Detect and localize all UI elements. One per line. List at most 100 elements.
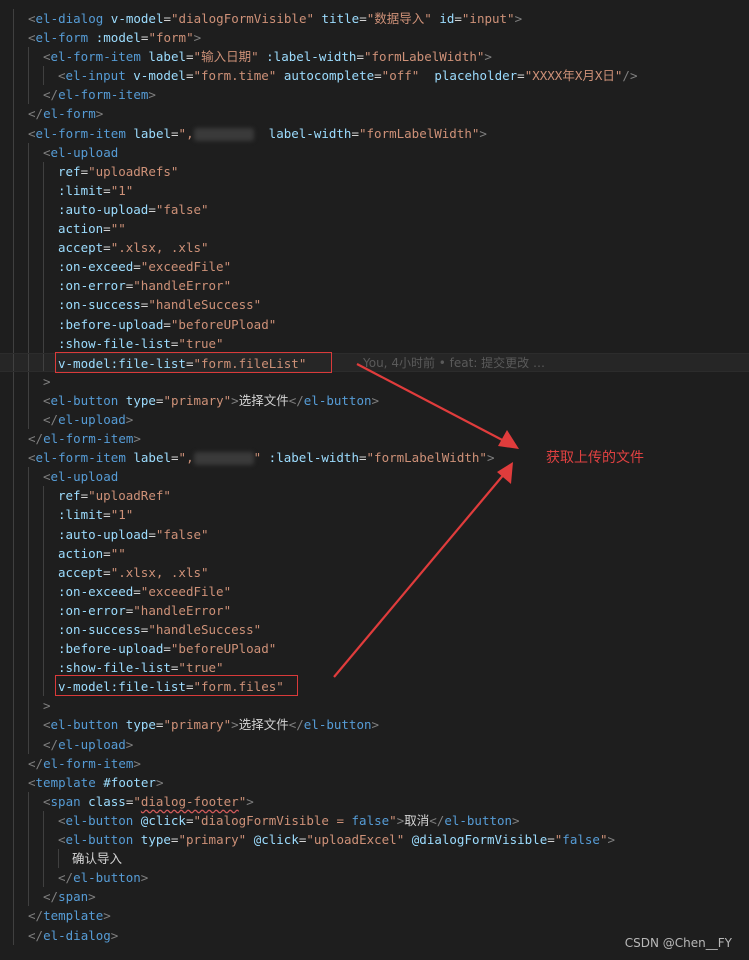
indent-guide (28, 600, 29, 620)
code-line[interactable]: :on-exceed="exceedFile" (0, 257, 749, 277)
code-token: class (88, 793, 126, 809)
code-token: el-button (303, 392, 372, 408)
code-line[interactable]: <el-form-item label="输入日期" :label-width=… (0, 47, 749, 67)
code-line-content: <el-form-item label=", " :label-width="fo… (28, 448, 494, 467)
code-token: :model (95, 30, 141, 46)
code-line[interactable]: <el-button @click="dialogFormVisible = f… (0, 810, 749, 831)
indent-guide (43, 161, 44, 181)
code-line[interactable]: :limit="1" (0, 505, 749, 525)
code-token: el-button (73, 870, 141, 886)
code-line[interactable]: accept=".xlsx, .xls" (0, 562, 749, 582)
indent-guide (43, 830, 44, 850)
code-line[interactable]: </el-form-item> (0, 429, 749, 449)
code-line[interactable]: :on-exceed="exceedFile" (0, 581, 749, 601)
code-line-content: </span> (43, 887, 96, 906)
code-line[interactable]: accept=".xlsx, .xls" (0, 238, 749, 258)
code-line[interactable]: <el-button type="primary">选择文件</el-butto… (0, 715, 749, 735)
code-token: < (28, 30, 36, 46)
code-line[interactable]: <el-upload (0, 142, 749, 162)
code-editor[interactable]: <el-dialog v-model="dialogFormVisible" t… (0, 0, 749, 960)
code-line[interactable]: <el-form-item label=", label-width="form… (0, 123, 749, 143)
code-area[interactable]: <el-dialog v-model="dialogFormVisible" t… (0, 9, 749, 945)
code-line[interactable]: </el-upload> (0, 409, 749, 430)
code-token: = (185, 68, 194, 84)
code-line[interactable]: <el-input v-model="form.time" autocomple… (0, 66, 749, 86)
code-token: ref (58, 488, 81, 504)
code-token: = (103, 221, 111, 237)
code-line[interactable]: <el-button type="primary">选择文件</el-butto… (0, 390, 749, 410)
code-token: "handleError" (133, 602, 232, 618)
code-line[interactable]: :auto-upload="false" (0, 199, 749, 220)
code-token: < (43, 144, 51, 160)
code-line-content: :on-exceed="exceedFile" (58, 582, 231, 601)
code-token: > (246, 793, 254, 809)
code-line[interactable]: <el-form :model="form"> (0, 28, 749, 48)
code-token: = (103, 564, 111, 580)
code-line[interactable]: ref="uploadRef" (0, 486, 749, 506)
code-token: </ (288, 717, 304, 733)
code-line[interactable]: :auto-upload="false" (0, 524, 749, 544)
code-token: < (43, 469, 51, 485)
code-line[interactable]: :on-error="handleError" (0, 600, 749, 620)
code-token: </ (43, 411, 59, 427)
code-line-content: <el-button @click="dialogFormVisible = f… (58, 811, 520, 830)
code-token: "handleSuccess" (148, 297, 262, 313)
code-line[interactable]: :on-success="handleSuccess" (0, 295, 749, 315)
code-token: < (28, 125, 36, 141)
code-line-content: </el-dialog> (28, 926, 118, 945)
code-line[interactable]: :on-error="handleError" (0, 276, 749, 296)
code-line[interactable]: action="" (0, 543, 749, 563)
code-token: :on-error (58, 278, 126, 294)
code-line[interactable]: </el-form-item> (0, 85, 749, 105)
code-token: < (58, 832, 66, 848)
indent-guide (28, 390, 29, 410)
code-line[interactable]: ref="uploadRefs" (0, 161, 749, 181)
indent-guide (43, 314, 44, 334)
code-line[interactable]: :on-success="handleSuccess" (0, 620, 749, 640)
code-line[interactable]: :show-file-list="true" (0, 333, 749, 353)
code-line[interactable]: :limit="1" (0, 180, 749, 200)
indent-guide (13, 543, 14, 563)
indent-guide (28, 810, 29, 831)
code-line[interactable]: :before-upload="beforeUPload" (0, 639, 749, 659)
code-line[interactable]: <el-dialog v-model="dialogFormVisible" t… (0, 9, 749, 29)
indent-guide (13, 66, 14, 86)
code-line[interactable]: > (0, 371, 749, 391)
code-line[interactable]: 确认导入 (0, 849, 749, 869)
code-line[interactable]: </span> (0, 887, 749, 907)
code-token: > (125, 736, 134, 752)
code-line[interactable]: <span class="dialog-footer"> (0, 791, 749, 811)
code-line[interactable]: </el-upload> (0, 734, 749, 754)
code-token: "primary" (163, 392, 232, 408)
code-token: autocomplete (283, 68, 375, 84)
code-line[interactable]: action="" (0, 219, 749, 239)
code-line[interactable]: <el-button type="primary" @click="upload… (0, 830, 749, 850)
indent-guide (28, 276, 29, 296)
code-token: "XXXX年X月X日" (524, 68, 623, 84)
indent-guide (43, 238, 44, 258)
code-token: > (484, 49, 492, 65)
indent-guide (43, 562, 44, 582)
code-token: ", (178, 125, 194, 141)
code-line-content: action="" (58, 219, 126, 238)
code-line[interactable]: :before-upload="beforeUPload" (0, 314, 749, 334)
code-line[interactable]: </el-button> (0, 868, 749, 888)
code-token: 选择文件 (238, 392, 289, 408)
code-line[interactable]: > (0, 696, 749, 716)
indent-guide (13, 333, 14, 353)
code-token: "exceedFile" (140, 583, 232, 599)
indent-guide (13, 429, 14, 449)
indent-guide (43, 505, 44, 525)
code-line[interactable]: <template #footer> (0, 772, 749, 792)
code-line[interactable]: <el-upload (0, 467, 749, 487)
code-token: > (43, 373, 51, 389)
indent-guide (28, 562, 29, 582)
code-line[interactable]: </el-form> (0, 104, 749, 124)
indent-guide (43, 849, 44, 869)
code-line[interactable]: </el-form-item> (0, 753, 749, 773)
code-line[interactable]: </template> (0, 906, 749, 926)
indent-guide (13, 28, 14, 48)
